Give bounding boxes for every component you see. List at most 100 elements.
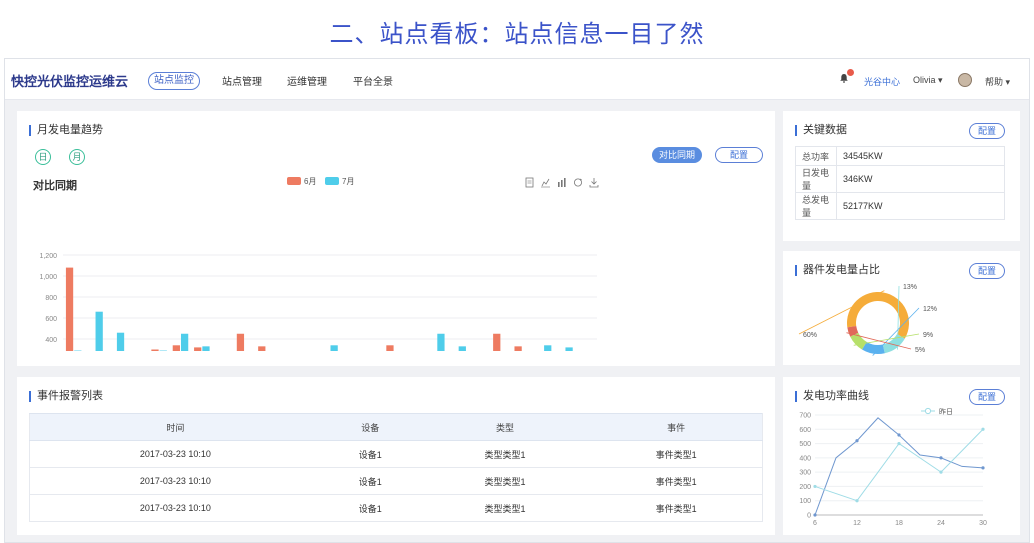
x-tick-label: 12 (853, 520, 861, 527)
download-icon[interactable] (589, 178, 599, 188)
bar-june (258, 346, 266, 351)
alarm-list-title: 事件报警列表 (29, 391, 103, 402)
compare-period-button[interactable]: 对比同期 (652, 147, 702, 163)
key-label: 总功率 (795, 146, 837, 166)
y-tick-label: 600 (799, 427, 811, 434)
donut-label: 13% (903, 284, 917, 291)
bar-july (180, 333, 189, 351)
app-window: 快控光伏监控运维云 站点监控 站点管理 运维管理 平台全景 光谷中心 Olivi… (4, 58, 1030, 543)
monthly-trend-card: 月发电量趋势 日 月 对比同期 配置 对比同期 6月7月020040060080… (17, 111, 775, 366)
bar-july (116, 332, 125, 351)
key-label: 日发电量 (795, 165, 837, 193)
month-toggle-button[interactable]: 月 (69, 149, 85, 165)
help-menu[interactable]: 帮助 ▾ (985, 75, 1010, 88)
x-tick-label: 24 (937, 520, 945, 527)
bar-june (194, 347, 202, 351)
chart-toolbar (525, 177, 599, 188)
cell-device: 设备1 (320, 440, 420, 468)
bar-chart-icon[interactable] (558, 178, 566, 187)
day-toggle-button[interactable]: 日 (35, 149, 51, 165)
bar-july (202, 346, 210, 351)
bar-june (386, 345, 394, 351)
donut-label: 9% (923, 332, 933, 339)
power-curve-card: 发电功率曲线 配置 今日昨日01002003004005006007006121… (783, 377, 1020, 535)
line-chart-icon[interactable] (541, 178, 550, 188)
data-point (813, 484, 817, 489)
alarm-list-card: 事件报警列表 时间 设备 类型 事件 2017-03-23 10:10 设备1 … (17, 377, 775, 535)
donut-label: 60% (803, 332, 817, 339)
data-point (939, 470, 943, 474)
message-center-link[interactable]: 光谷中心 (864, 75, 900, 88)
y-tick-label: 400 (799, 455, 811, 462)
key-data-config-button[interactable]: 配置 (969, 123, 1005, 139)
y-tick-label: 600 (45, 316, 57, 323)
nav-ops-manage[interactable]: 运维管理 (287, 73, 327, 88)
table-row[interactable]: 2017-03-23 10:10 设备1 类型类型1 事件类型1 (28, 494, 764, 522)
y-tick-label: 500 (799, 441, 811, 448)
col-type: 类型 (419, 413, 591, 441)
device-share-donut: 60% 13% 12% 9% 5% (798, 284, 937, 356)
cell-event: 事件类型1 (590, 467, 764, 495)
y-tick-label: 100 (799, 498, 811, 505)
key-data-card: 关键数据 配置 总功率 34545KW 日发电量 346KW 总发电量 52177KW (783, 111, 1020, 241)
cell-type: 类型类型1 (419, 494, 591, 522)
notification-badge (847, 69, 854, 76)
y-tick-label: 200 (799, 484, 811, 491)
nav-platform-overview[interactable]: 平台全景 (353, 73, 393, 88)
slide-title: 二、站点看板：站点信息一目了然 (329, 21, 705, 48)
bar-july (565, 347, 573, 351)
power-curve-config-button[interactable]: 配置 (969, 389, 1005, 405)
y-tick-label: 1,200 (39, 253, 57, 260)
cell-event: 事件类型1 (590, 440, 764, 468)
table-row[interactable]: 2017-03-23 10:10 设备1 类型类型1 事件类型1 (28, 467, 764, 495)
donut-leader-line (798, 290, 885, 335)
power-curve-title: 发电功率曲线 (795, 391, 869, 402)
key-value: 346KW (836, 165, 1005, 193)
data-point (855, 499, 859, 503)
key-label: 总发电量 (795, 192, 837, 220)
bar-july (330, 345, 338, 351)
legend-label: 6月 (304, 177, 316, 186)
bar-june (493, 333, 501, 351)
cell-device: 设备1 (320, 467, 420, 495)
data-point (939, 456, 943, 460)
key-data-table: 总功率 34545KW 日发电量 346KW 总发电量 52177KW (795, 146, 1005, 220)
y-tick-label: 300 (799, 470, 811, 477)
col-time: 时间 (28, 413, 321, 441)
y-tick-label: 1,000 (39, 274, 57, 281)
data-point (981, 466, 985, 470)
nav-station-manage[interactable]: 站点管理 (222, 73, 262, 88)
bar-july (544, 345, 552, 351)
monthly-config-button[interactable]: 配置 (715, 147, 763, 163)
table-row[interactable]: 2017-03-23 10:10 设备1 类型类型1 事件类型1 (28, 440, 764, 468)
bar-june (65, 267, 74, 351)
y-tick-label: 400 (45, 337, 57, 344)
brand-name: 快控光伏监控运维云 (11, 74, 129, 89)
key-data-row: 日发电量 346KW (795, 165, 1005, 193)
bar-july (458, 346, 466, 351)
user-menu[interactable]: Olivia ▾ (913, 75, 943, 86)
cell-device: 设备1 (320, 494, 420, 522)
refresh-icon[interactable] (574, 178, 583, 187)
cell-time: 2017-03-23 10:10 (28, 467, 321, 495)
x-tick-label: 18 (895, 520, 903, 527)
data-point (855, 439, 859, 443)
data-point (897, 441, 901, 446)
key-data-title: 关键数据 (795, 125, 847, 136)
bar-july (437, 333, 445, 351)
donut-leader-line (872, 307, 920, 356)
col-event: 事件 (590, 413, 764, 441)
col-device: 设备 (320, 413, 420, 441)
bar-july (95, 311, 103, 351)
nav-station-monitor[interactable]: 站点监控 (148, 72, 200, 90)
top-navbar: 快控光伏监控运维云 站点监控 站点管理 运维管理 平台全景 光谷中心 Olivi… (5, 59, 1029, 100)
monthly-trend-title: 月发电量趋势 (29, 125, 103, 136)
cell-type: 类型类型1 (419, 467, 591, 495)
bar-june (514, 346, 522, 351)
data-view-icon[interactable] (525, 177, 534, 188)
cell-time: 2017-03-23 10:10 (28, 494, 321, 522)
bar-june (236, 333, 245, 351)
device-share-card: 器件发电量占比 配置 60% 13% 12% 9% 5% (783, 251, 1020, 365)
avatar[interactable] (958, 73, 972, 87)
data-point (897, 433, 901, 437)
